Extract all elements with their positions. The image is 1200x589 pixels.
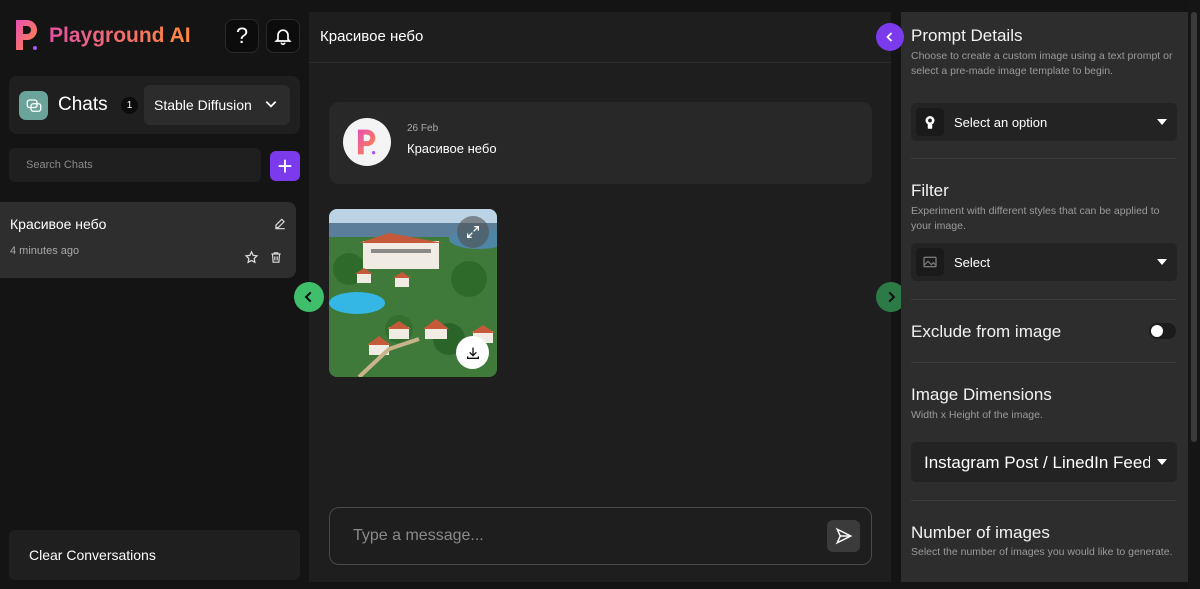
bell-icon [274,29,292,46]
download-image-button[interactable] [456,336,489,369]
divider [309,62,891,63]
exclude-title: Exclude from image [911,322,1062,341]
caret-down-icon [1157,259,1167,265]
dimensions-title: Image Dimensions [911,385,1052,404]
avatar [343,118,391,166]
trash-icon[interactable] [269,250,283,265]
chat-title: Красивое небо [320,28,424,45]
filter-select-label: Select [954,255,991,270]
notifications-button[interactable] [266,19,300,53]
send-button[interactable] [827,520,860,552]
prompt-option-select[interactable]: Select an option [911,103,1177,141]
prompt-details-desc: Choose to create a custom image using a … [911,50,1173,77]
prompt-option-label: Select an option [954,115,1048,130]
clear-conversations-button[interactable]: Clear Conversations [9,530,300,580]
number-images-title: Number of images [911,523,1050,542]
previous-image-button[interactable] [294,282,324,312]
help-button[interactable]: ? [225,19,259,53]
app-name: Playground AI [49,24,191,47]
template-icon [916,108,944,136]
new-chat-button[interactable]: + [270,151,300,181]
message-composer [329,507,872,565]
message-text: Красивое небо [407,141,497,156]
chevron-down-icon [265,101,277,108]
dimensions-select-label: Instagram Post / LinedIn Feed [924,453,1150,472]
caret-down-icon [1157,119,1167,125]
playground-logo-icon [16,20,37,50]
chevron-left-icon [886,32,893,42]
search-chats-input[interactable] [24,158,248,172]
message-card: 26 Feb Красивое небо [329,102,872,184]
collapse-panel-button[interactable] [876,23,904,51]
model-select[interactable]: Stable Diffusion [144,85,290,125]
exclude-toggle[interactable] [1149,323,1176,339]
divider [911,158,1176,159]
chat-item-time: 4 minutes ago [10,245,80,257]
prompt-details-title: Prompt Details [911,26,1023,45]
chats-count-badge: 1 [121,97,138,114]
number-images-desc: Select the number of images you would li… [911,546,1173,558]
image-icon [916,248,944,276]
dimensions-desc: Width x Height of the image. [911,409,1043,421]
chevron-right-icon [888,291,896,303]
chat-list-item[interactable]: Красивое небо 4 minutes ago [0,202,296,278]
chats-title: Chats [58,94,108,115]
message-date: 26 Feb [407,123,439,134]
expand-image-button[interactable] [457,216,489,248]
toggle-knob [1151,325,1163,337]
filter-desc: Experiment with different styles that ca… [911,205,1160,232]
scrollbar-thumb[interactable] [1191,12,1197,442]
model-select-value: Stable Diffusion [154,97,252,113]
filter-title: Filter [911,181,949,200]
caret-down-icon [1157,459,1167,465]
message-input[interactable] [351,526,795,546]
divider [911,362,1176,363]
help-icon: ? [235,23,249,48]
chevron-left-icon [304,291,312,303]
edit-icon[interactable] [273,217,287,231]
expand-icon [467,226,479,238]
filter-select[interactable]: Select [911,243,1177,281]
download-icon [466,347,479,359]
plus-icon: + [277,151,293,181]
chat-item-title: Красивое небо [10,216,107,232]
chat-main: Красивое небо 26 Feb Красивое небо [309,12,891,582]
divider [911,299,1176,300]
generated-image[interactable] [329,209,497,377]
divider [911,500,1176,501]
playground-logo-icon [357,129,376,155]
chats-header: Chats 1 Stable Diffusion [9,76,300,134]
star-icon[interactable] [244,250,259,265]
send-icon [835,527,852,545]
settings-panel: Prompt Details Choose to create a custom… [901,12,1188,582]
search-box [9,148,261,182]
dimensions-select[interactable]: Instagram Post / LinedIn Feed [911,442,1177,482]
chats-icon [19,91,48,120]
